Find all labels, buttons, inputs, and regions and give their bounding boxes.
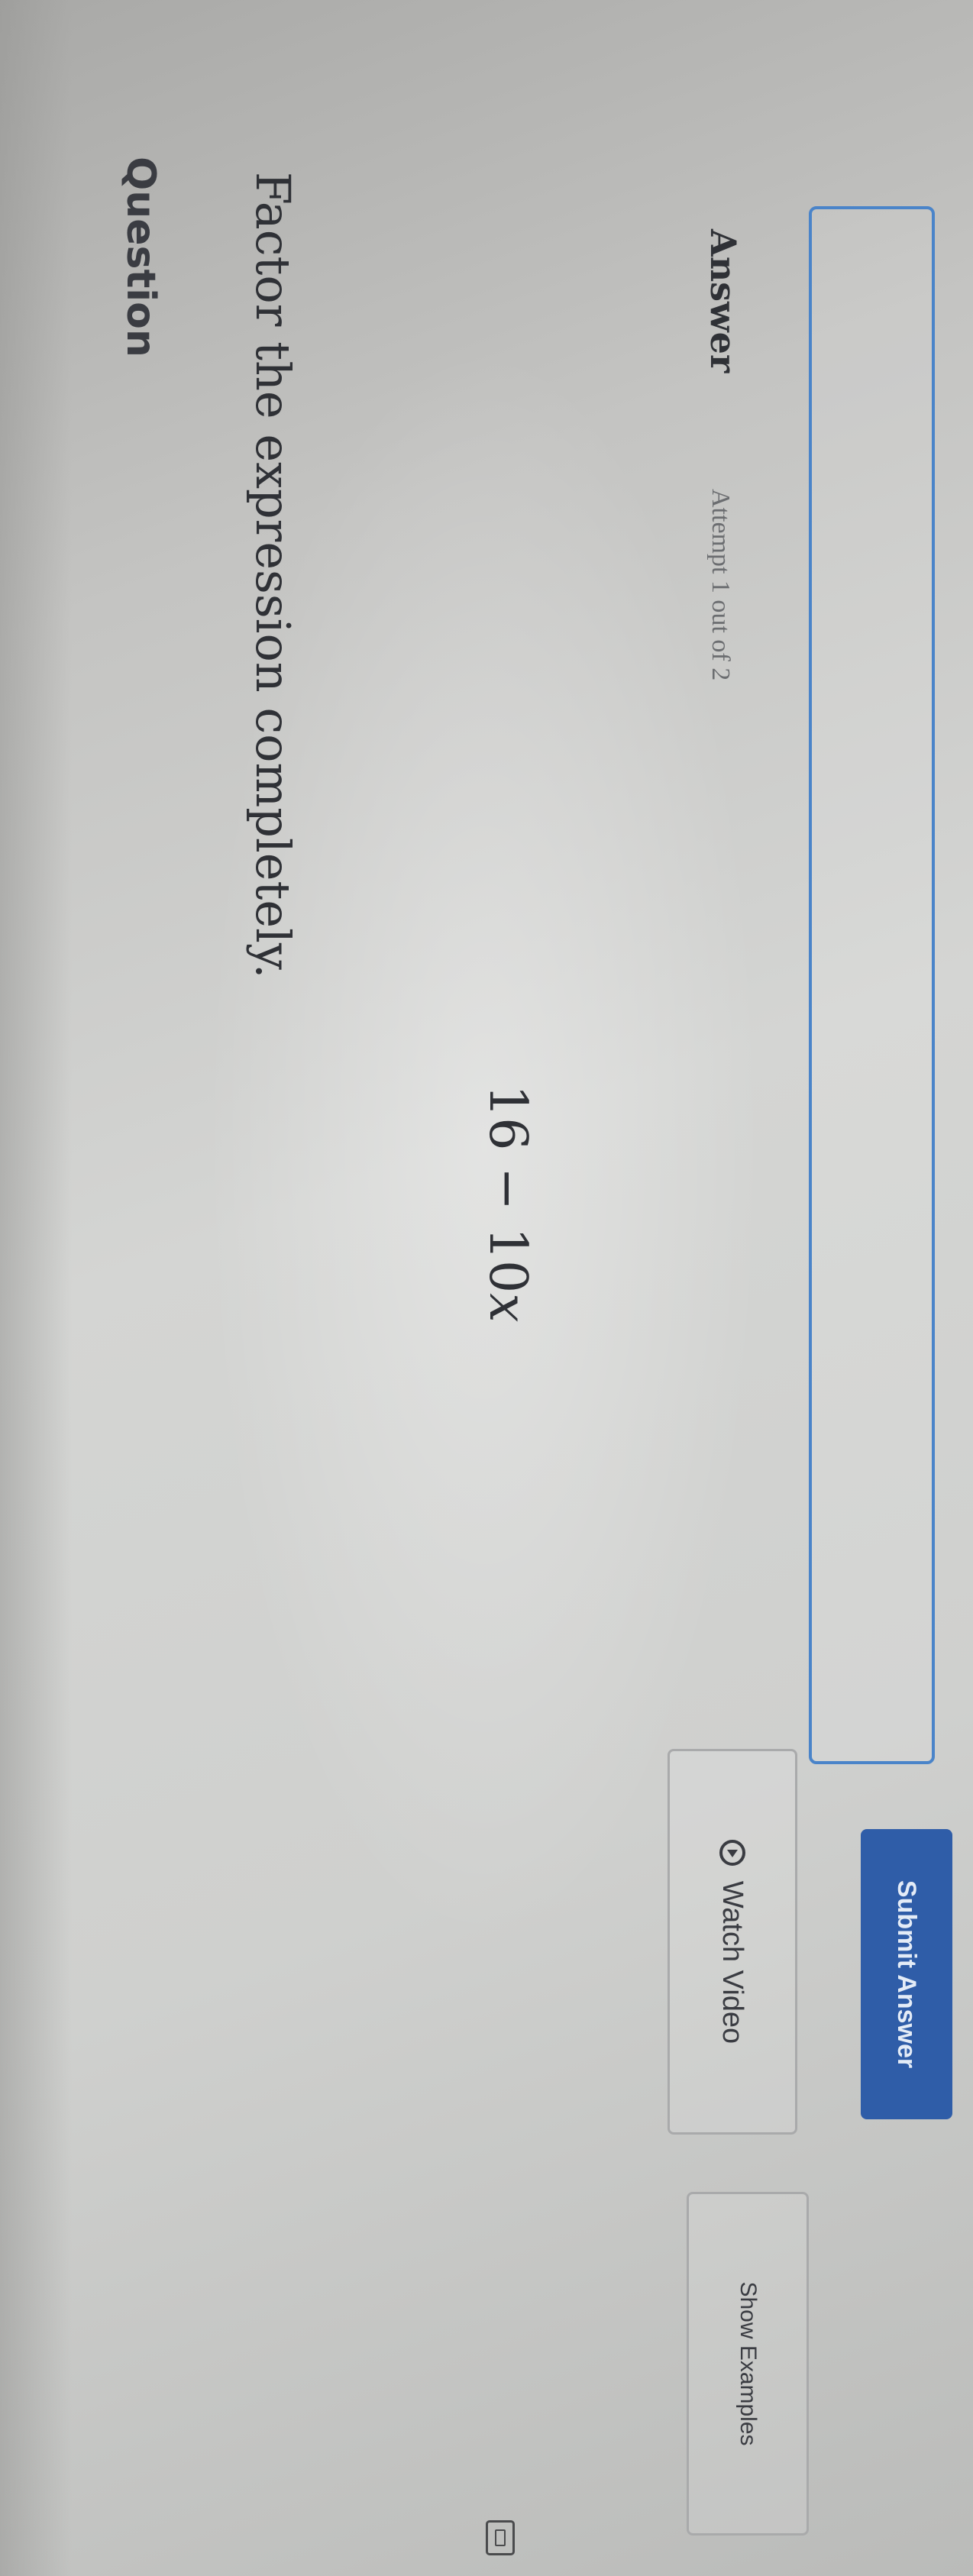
attempt-counter: Attempt 1 out of 2 xyxy=(706,489,735,681)
answer-input[interactable] xyxy=(809,206,935,1764)
expression-constant-term: 16 − 10 xyxy=(477,1084,538,1294)
show-examples-button[interactable]: Show Examples xyxy=(687,2192,809,2536)
answer-heading: Answer xyxy=(703,229,744,373)
screen-edge-shadow xyxy=(0,0,72,2576)
question-heading: Question xyxy=(118,157,163,357)
watch-video-button[interactable]: Watch Video xyxy=(668,1749,797,2135)
math-expression: 16 − 10x xyxy=(477,1084,538,1323)
question-prompt: Factor the expression completely. xyxy=(245,172,301,979)
submit-answer-button[interactable]: Submit Answer xyxy=(861,1829,952,2119)
expression-variable: x xyxy=(477,1293,538,1323)
feedback-icon[interactable] xyxy=(486,2520,515,2555)
play-circle-icon xyxy=(719,1839,745,1866)
question-page: Question Factor the expression completel… xyxy=(0,0,973,2576)
watch-video-label: Watch Video xyxy=(716,1880,749,2044)
